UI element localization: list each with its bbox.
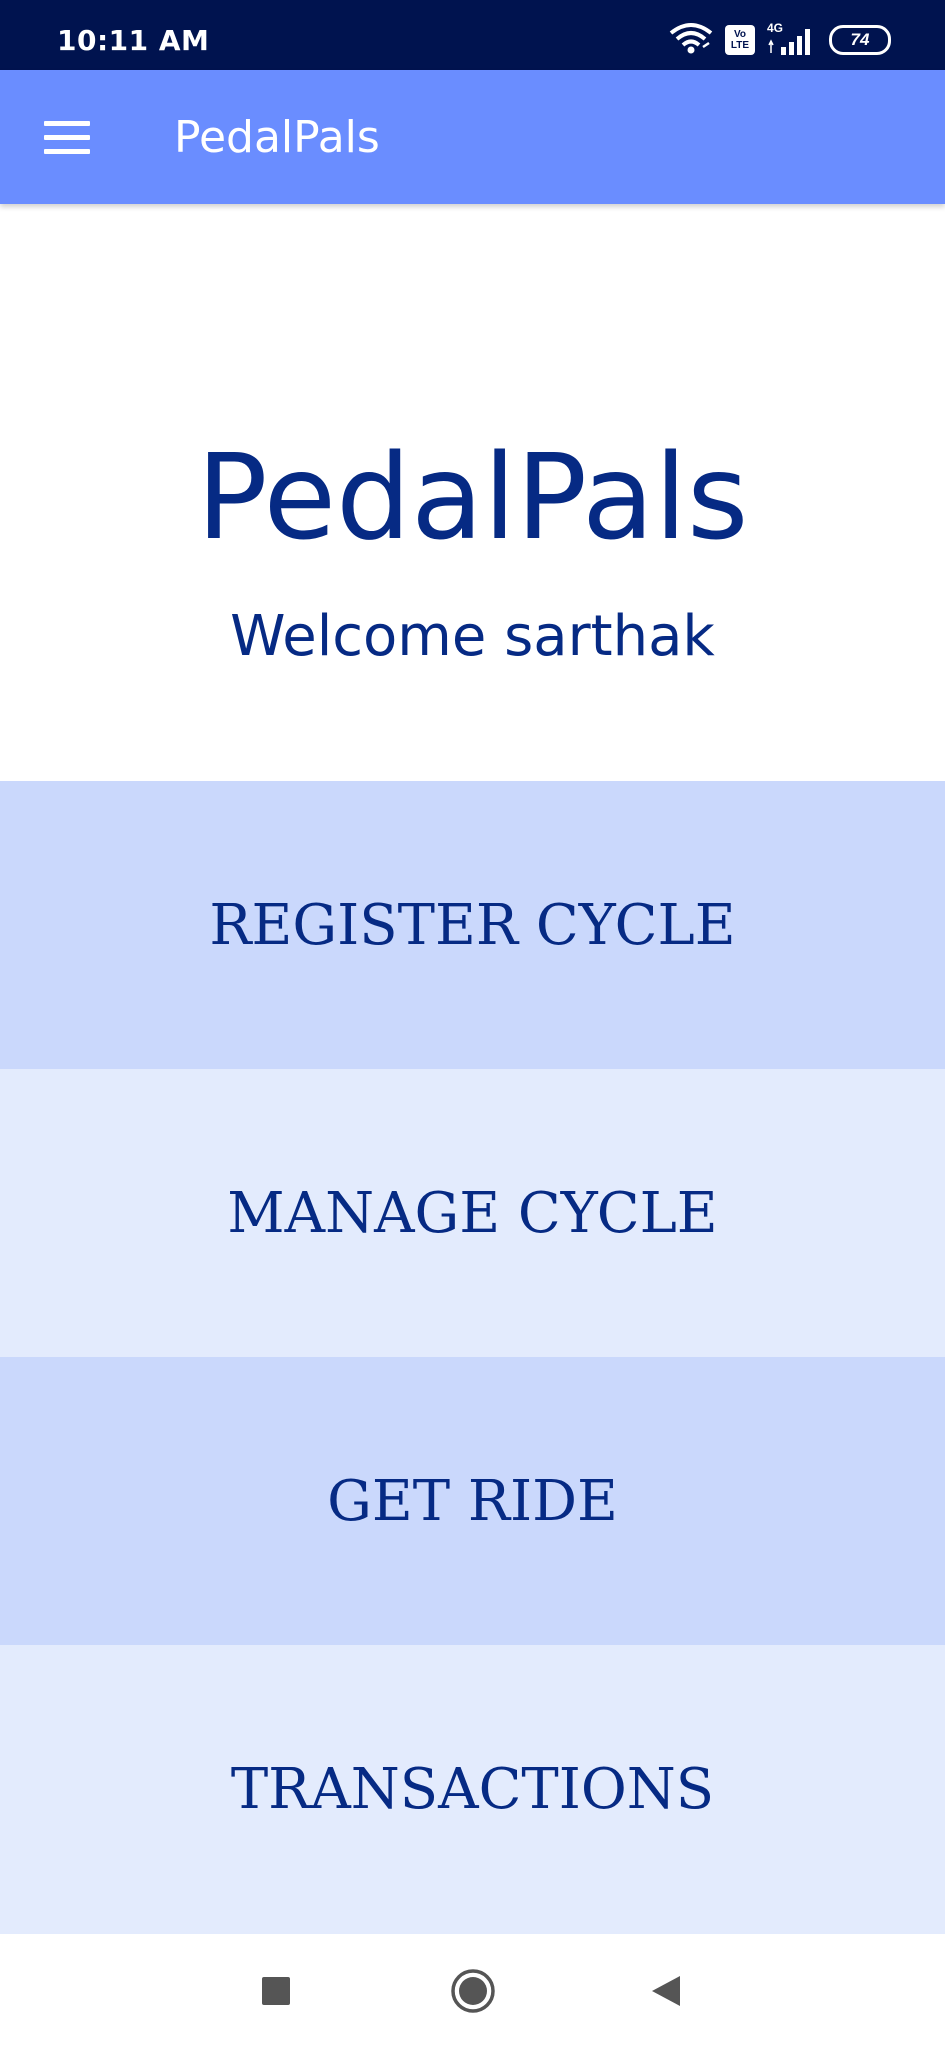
menu-line <box>44 120 90 126</box>
navigation-bar <box>0 1934 945 2048</box>
battery-level: 74 <box>850 30 870 49</box>
get-ride-button[interactable]: GET RIDE <box>0 1357 945 1645</box>
volte-icon: Vo LTE <box>725 25 755 55</box>
welcome-message: Welcome sarthak <box>230 604 715 669</box>
register-cycle-button[interactable]: REGISTER CYCLE <box>0 781 945 1069</box>
battery-icon: 74 <box>829 25 891 55</box>
status-icons: Vo LTE 4G 74 <box>669 21 891 60</box>
menu-line <box>44 134 90 140</box>
recent-apps-icon[interactable] <box>241 1956 311 2026</box>
manage-cycle-button[interactable]: MANAGE CYCLE <box>0 1069 945 1357</box>
transactions-button[interactable]: TRANSACTIONS <box>0 1645 945 1934</box>
app-bar: PedalPals <box>0 70 945 204</box>
signal-icon: 4G <box>767 21 817 57</box>
status-time: 10:11 AM <box>57 24 210 57</box>
back-icon[interactable] <box>631 1956 701 2026</box>
status-bar: 10:11 AM Vo LTE 4G 74 <box>0 0 945 70</box>
volte-label: Vo LTE <box>730 29 750 51</box>
wifi-icon <box>669 21 713 60</box>
menu-line <box>44 148 90 154</box>
hamburger-menu-icon[interactable] <box>34 104 100 170</box>
app-bar-title: PedalPals <box>174 112 380 163</box>
home-icon[interactable] <box>438 1956 508 2026</box>
hero-title: PedalPals <box>196 428 749 566</box>
